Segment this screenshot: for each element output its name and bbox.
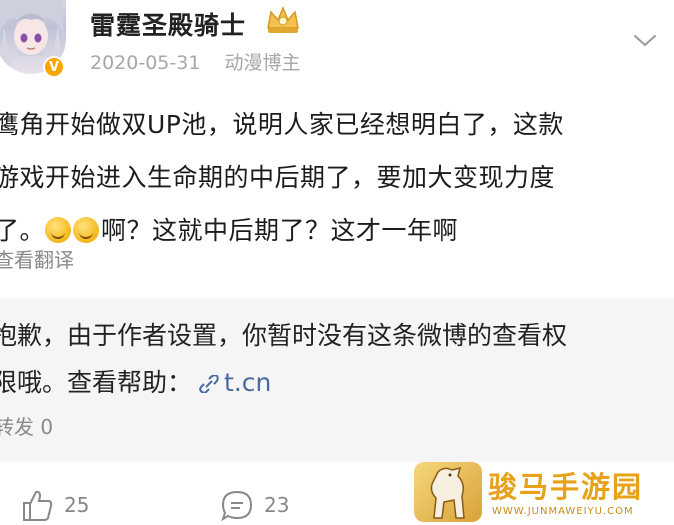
- watermark-title: 骏马手游园: [488, 470, 644, 504]
- repost-line-prefix: 限哦。查看帮助：: [0, 368, 193, 397]
- like-button[interactable]: 25: [20, 488, 89, 522]
- post-line-prefix: 了。: [0, 216, 46, 245]
- post-header: V 雷霆圣殿骑士 2020-05-31 动漫博主: [0, 0, 674, 92]
- post-meta: 2020-05-31 动漫博主: [90, 48, 318, 75]
- repost-line: 抱歉，由于作者设置，你暂时没有这条微博的查看权: [0, 321, 568, 350]
- user-tag: 动漫博主: [224, 52, 301, 74]
- help-link[interactable]: t.cn: [224, 368, 271, 397]
- post-line-suffix: 啊？这就中后期了？这才一年啊: [101, 216, 459, 245]
- link-icon: [199, 374, 219, 394]
- comment-icon: [221, 490, 253, 522]
- grin-emoji-icon: [73, 217, 100, 243]
- username[interactable]: 雷霆圣殿骑士: [90, 6, 246, 42]
- repost-text: 抱歉，由于作者设置，你暂时没有这条微博的查看权 限哦。查看帮助： t.cn: [0, 312, 674, 406]
- post-date: 2020-05-31: [90, 52, 201, 74]
- post-body: 鹰角开始做双UP池，说明人家已经想明白了，这款 游戏开始进入生命期的中后期了，要…: [0, 98, 672, 257]
- post-line: 游戏开始进入生命期的中后期了，要加大变现力度: [0, 163, 556, 192]
- watermark-horse-logo: [414, 462, 482, 522]
- repost-box[interactable]: 抱歉，由于作者设置，你暂时没有这条微博的查看权 限哦。查看帮助： t.cn 转发…: [0, 298, 674, 462]
- repost-line: 限哦。查看帮助： t.cn: [0, 359, 674, 406]
- watermark: 骏马手游园 WWW.JUNMAWEIYU.COM: [414, 462, 674, 525]
- comment-button[interactable]: 23: [220, 488, 289, 522]
- like-count: 25: [64, 493, 90, 517]
- crown-badge-icon: [267, 6, 299, 33]
- like-icon: [23, 490, 53, 521]
- post-line: 鹰角开始做双UP池，说明人家已经想明白了，这款: [0, 110, 564, 139]
- repost-count[interactable]: 转发 0: [0, 411, 53, 440]
- translate-link[interactable]: 查看翻译: [0, 244, 74, 273]
- post-line: 了。 啊？这就中后期了？这才一年啊: [0, 204, 672, 257]
- grin-emoji-icon: [45, 217, 72, 243]
- chevron-down-icon[interactable]: [632, 32, 658, 50]
- comment-count: 23: [264, 493, 290, 517]
- verified-badge-icon: V: [43, 56, 65, 78]
- watermark-url: WWW.JUNMAWEIYU.COM: [492, 506, 634, 517]
